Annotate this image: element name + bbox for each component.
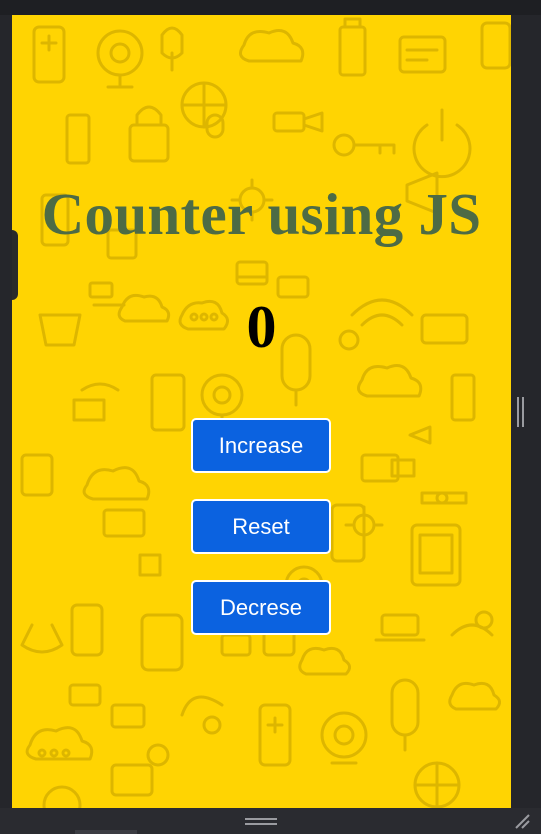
bottom-tab-indicator [75,830,137,834]
background-pattern [20,17,511,808]
vertical-resize-handle-icon[interactable] [517,397,525,427]
right-gutter [511,15,541,808]
horizontal-resize-handle-icon[interactable] [245,818,277,826]
devtools-preview-frame: Counter using JS 0 Increase Reset Decres… [0,0,541,834]
page-viewport: Counter using JS 0 Increase Reset Decres… [12,15,511,808]
reset-button[interactable]: Reset [191,499,331,554]
counter-value: 0 [246,294,277,360]
top-toolbar-strip [0,0,541,15]
page-title: Counter using JS [41,181,482,247]
decrease-button[interactable]: Decrese [191,580,331,635]
increase-button[interactable]: Increase [191,418,331,473]
corner-resize-grip-icon[interactable] [513,812,531,830]
